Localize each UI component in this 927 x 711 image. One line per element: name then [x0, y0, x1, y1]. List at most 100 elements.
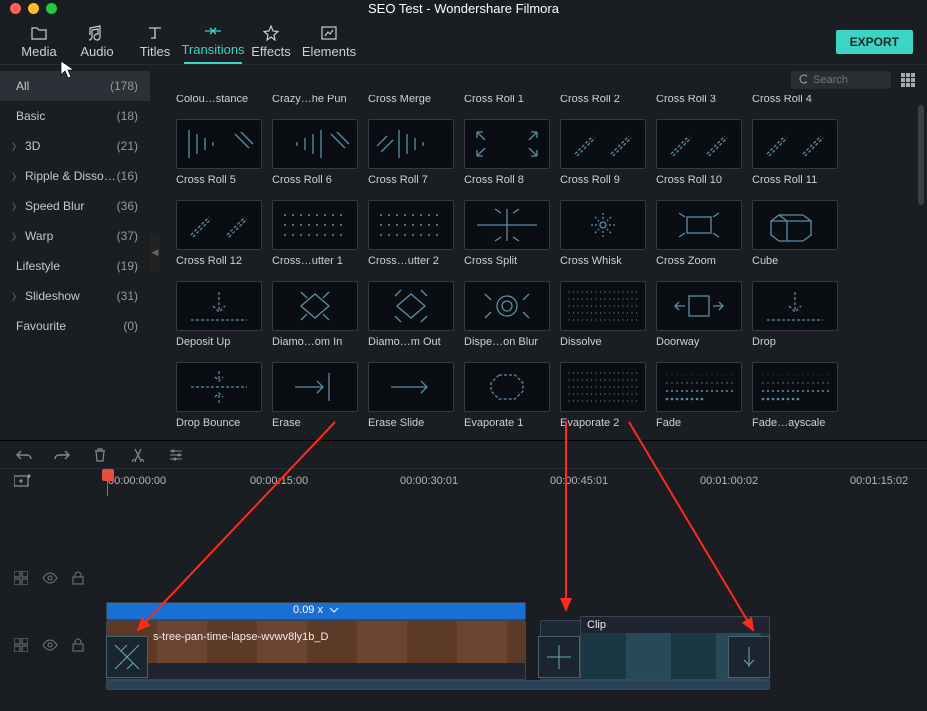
- sidebar-item-label: Favourite: [16, 319, 123, 333]
- transition-name: Deposit Up: [176, 331, 262, 348]
- transition-thumbnail[interactable]: [464, 200, 550, 250]
- sidebar-item-label: Lifestyle: [16, 259, 117, 273]
- sidebar-item-label: Speed Blur: [25, 199, 117, 213]
- transition-thumbnail[interactable]: [560, 200, 646, 250]
- transition-marker-end[interactable]: [728, 636, 770, 678]
- minimize-window-button[interactable]: [28, 3, 39, 14]
- transition-thumbnail[interactable]: [368, 200, 454, 250]
- sidebar-item-count: (0): [123, 319, 138, 333]
- chevron-icon: 〉: [12, 170, 21, 183]
- close-window-button[interactable]: [10, 3, 21, 14]
- transition-name: Drop: [752, 331, 838, 348]
- transition-thumbnail[interactable]: [176, 119, 262, 169]
- transition-marker-mid[interactable]: [538, 636, 580, 678]
- track-2[interactable]: 0.09 x s-tree-pan-time-lapse-wvwv8ly1b_D…: [0, 601, 927, 691]
- search-input[interactable]: [813, 74, 883, 86]
- split-button[interactable]: [130, 447, 146, 463]
- main-nav: Media Audio Titles Transitions Effects E…: [0, 16, 927, 65]
- transitions-grid: Colou…stanceCrazy…he PunCross MergeCross…: [150, 95, 927, 439]
- sidebar-item-label: Slideshow: [25, 289, 117, 303]
- transition-marker-start[interactable]: [106, 636, 148, 678]
- window-title: SEO Test - Wondershare Filmora: [364, 1, 564, 16]
- transition-name: Cross Roll 10: [656, 169, 742, 186]
- transition-thumbnail[interactable]: [272, 281, 358, 331]
- sidebar-item[interactable]: All(178): [0, 71, 150, 101]
- nav-titles[interactable]: Titles: [126, 19, 184, 64]
- transition-thumbnail[interactable]: [656, 362, 742, 412]
- transition-thumbnail[interactable]: [656, 200, 742, 250]
- nav-elements[interactable]: Elements: [300, 19, 358, 64]
- transition-thumbnail[interactable]: [368, 281, 454, 331]
- clip-1[interactable]: s-tree-pan-time-lapse-wvwv8ly1b_D: [106, 620, 526, 680]
- nav-media[interactable]: Media: [10, 19, 68, 64]
- transition-thumbnail[interactable]: [464, 362, 550, 412]
- transition-thumbnail[interactable]: [656, 119, 742, 169]
- adjust-button[interactable]: [168, 447, 184, 463]
- sidebar-item[interactable]: 〉Ripple & Dissol…(16): [0, 161, 150, 191]
- transition-thumbnail[interactable]: [176, 200, 262, 250]
- nav-transitions[interactable]: Transitions: [184, 19, 242, 64]
- export-button[interactable]: EXPORT: [836, 30, 913, 54]
- timeline-toolbar: [0, 440, 927, 468]
- transition-thumbnail[interactable]: [560, 362, 646, 412]
- transition-thumbnail[interactable]: [752, 200, 838, 250]
- audio-clip[interactable]: [106, 680, 770, 690]
- transition-thumbnail[interactable]: [176, 362, 262, 412]
- timeline-ruler[interactable]: 00:00:00:0000:00:15:0000:00:30:0100:00:4…: [0, 468, 927, 496]
- add-track-button[interactable]: [14, 474, 32, 491]
- nav-effects[interactable]: Effects: [242, 19, 300, 64]
- transition-name: Cross Roll 6: [272, 169, 358, 186]
- transition-thumbnail[interactable]: [752, 281, 838, 331]
- transition-thumbnail[interactable]: [176, 281, 262, 331]
- delete-button[interactable]: [92, 447, 108, 463]
- sidebar-item[interactable]: 〉Warp(37): [0, 221, 150, 251]
- transition-name: Cross Roll 5: [176, 169, 262, 186]
- speed-bar[interactable]: 0.09 x: [106, 602, 526, 620]
- track-visibility-toggle[interactable]: [42, 572, 58, 587]
- transition-thumbnail[interactable]: [752, 119, 838, 169]
- sidebar-item[interactable]: Favourite(0): [0, 311, 150, 341]
- transition-thumbnail[interactable]: [656, 281, 742, 331]
- sidebar-item[interactable]: Basic(18): [0, 101, 150, 131]
- transition-thumbnail[interactable]: [272, 200, 358, 250]
- grid-view-toggle[interactable]: [899, 71, 917, 89]
- sidebar-item[interactable]: 〉Speed Blur(36): [0, 191, 150, 221]
- track-kind-icon: [14, 571, 28, 588]
- transition-thumbnail[interactable]: [368, 119, 454, 169]
- track-lock-toggle[interactable]: [72, 638, 84, 655]
- sidebar-item[interactable]: Lifestyle(19): [0, 251, 150, 281]
- maximize-window-button[interactable]: [46, 3, 57, 14]
- sidebar-item-label: 3D: [25, 139, 117, 153]
- transition-thumbnail[interactable]: [560, 281, 646, 331]
- playhead[interactable]: [102, 469, 114, 481]
- transition-name: Cross Roll 8: [464, 169, 550, 186]
- track-lock-toggle[interactable]: [72, 571, 84, 588]
- track-visibility-toggle[interactable]: [42, 639, 58, 654]
- transition-thumbnail[interactable]: [464, 119, 550, 169]
- timecode: 00:00:15:00: [250, 475, 308, 487]
- transition-thumbnail[interactable]: [464, 281, 550, 331]
- transition-thumbnail[interactable]: [272, 119, 358, 169]
- transition-thumbnail[interactable]: [752, 362, 838, 412]
- transition-thumbnail[interactable]: [560, 119, 646, 169]
- track-1[interactable]: [0, 556, 927, 601]
- transition-name: Diamo…om In: [272, 331, 358, 348]
- chevron-icon: 〉: [12, 140, 21, 153]
- transition-thumbnail[interactable]: [368, 362, 454, 412]
- chevron-down-icon: [329, 607, 339, 613]
- transition-thumbnail[interactable]: [272, 362, 358, 412]
- transition-name: Cross Merge: [368, 95, 431, 105]
- timecode: 00:01:15:02: [850, 475, 908, 487]
- nav-audio[interactable]: Audio: [68, 19, 126, 64]
- sidebar-collapse-handle[interactable]: ◀: [150, 233, 160, 273]
- search-box[interactable]: [791, 71, 891, 89]
- redo-button[interactable]: [54, 447, 70, 463]
- sidebar-item-label: Basic: [16, 109, 117, 123]
- sidebar-item-label: Warp: [25, 229, 117, 243]
- transition-name: Cross Roll 4: [752, 95, 812, 105]
- sidebar-item[interactable]: 〉3D(21): [0, 131, 150, 161]
- undo-button[interactable]: [16, 447, 32, 463]
- folder-icon: [31, 24, 47, 42]
- scrollbar[interactable]: [918, 105, 924, 205]
- sidebar-item[interactable]: 〉Slideshow(31): [0, 281, 150, 311]
